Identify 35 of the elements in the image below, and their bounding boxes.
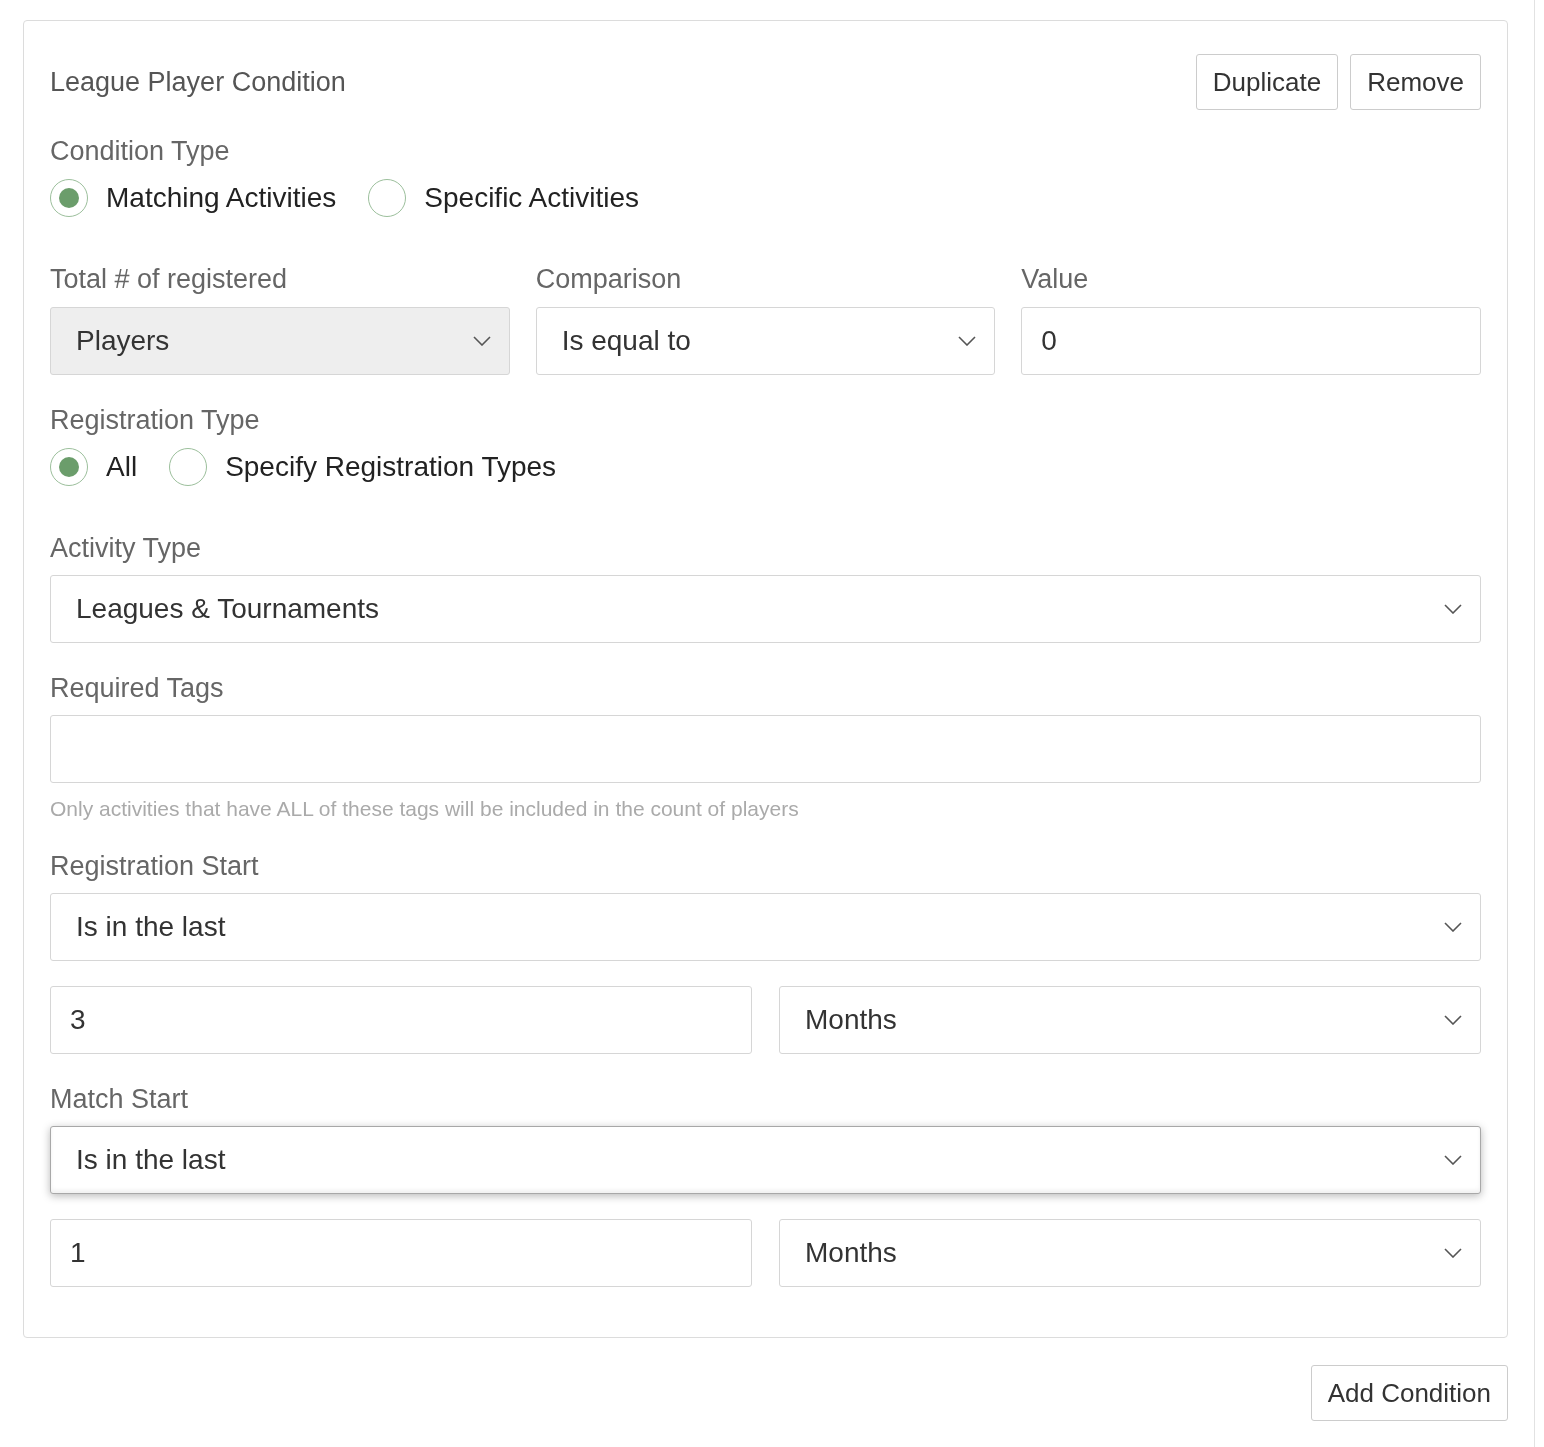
input-field[interactable]: [50, 715, 1481, 783]
chevron-down-icon: [1444, 604, 1462, 614]
field-label: Registration Type: [50, 404, 261, 437]
radio-label[interactable]: Matching Activities: [106, 182, 337, 214]
chevron-down-icon: [1444, 1015, 1462, 1025]
input-field[interactable]: 3: [50, 986, 752, 1054]
field-label: Total # of registered: [50, 263, 289, 296]
card-action-button[interactable]: Remove: [1350, 54, 1481, 110]
field-label: Value: [1021, 263, 1090, 296]
select-field[interactable]: Months: [779, 986, 1481, 1054]
select-field[interactable]: Is in the last: [50, 893, 1481, 961]
chevron-down-icon: [1444, 922, 1462, 932]
chevron-down-icon: [1444, 1155, 1462, 1165]
card-action-button[interactable]: Duplicate: [1195, 54, 1339, 110]
radio-label[interactable]: Specify Registration Types: [225, 451, 557, 483]
field-label: Required Tags: [50, 672, 225, 705]
field-label: Activity Type: [50, 532, 203, 565]
input-field[interactable]: 1: [50, 1219, 752, 1287]
card-title: League Player Condition: [50, 66, 347, 98]
field-label: Registration Start: [50, 850, 260, 883]
select-field[interactable]: Leagues & Tournaments: [50, 575, 1481, 643]
chevron-down-icon: [1444, 1248, 1462, 1258]
select-field[interactable]: Is in the last: [50, 1126, 1481, 1194]
field-label: Match Start: [50, 1083, 190, 1116]
chevron-down-icon: [472, 336, 491, 346]
input-field[interactable]: 0: [1021, 307, 1481, 375]
select-field[interactable]: Months: [779, 1219, 1481, 1287]
radio-label[interactable]: Specific Activities: [424, 182, 640, 214]
help-text: Only activities that have ALL of these tags will be included in the count of players: [50, 797, 800, 821]
field-label: Condition Type: [50, 135, 231, 168]
select-field[interactable]: Is equal to: [535, 307, 996, 375]
radio-label[interactable]: All: [106, 451, 138, 483]
field-label: Comparison: [535, 263, 683, 296]
add-condition-button[interactable]: Add Condition: [1310, 1365, 1508, 1421]
chevron-down-icon: [958, 336, 977, 346]
